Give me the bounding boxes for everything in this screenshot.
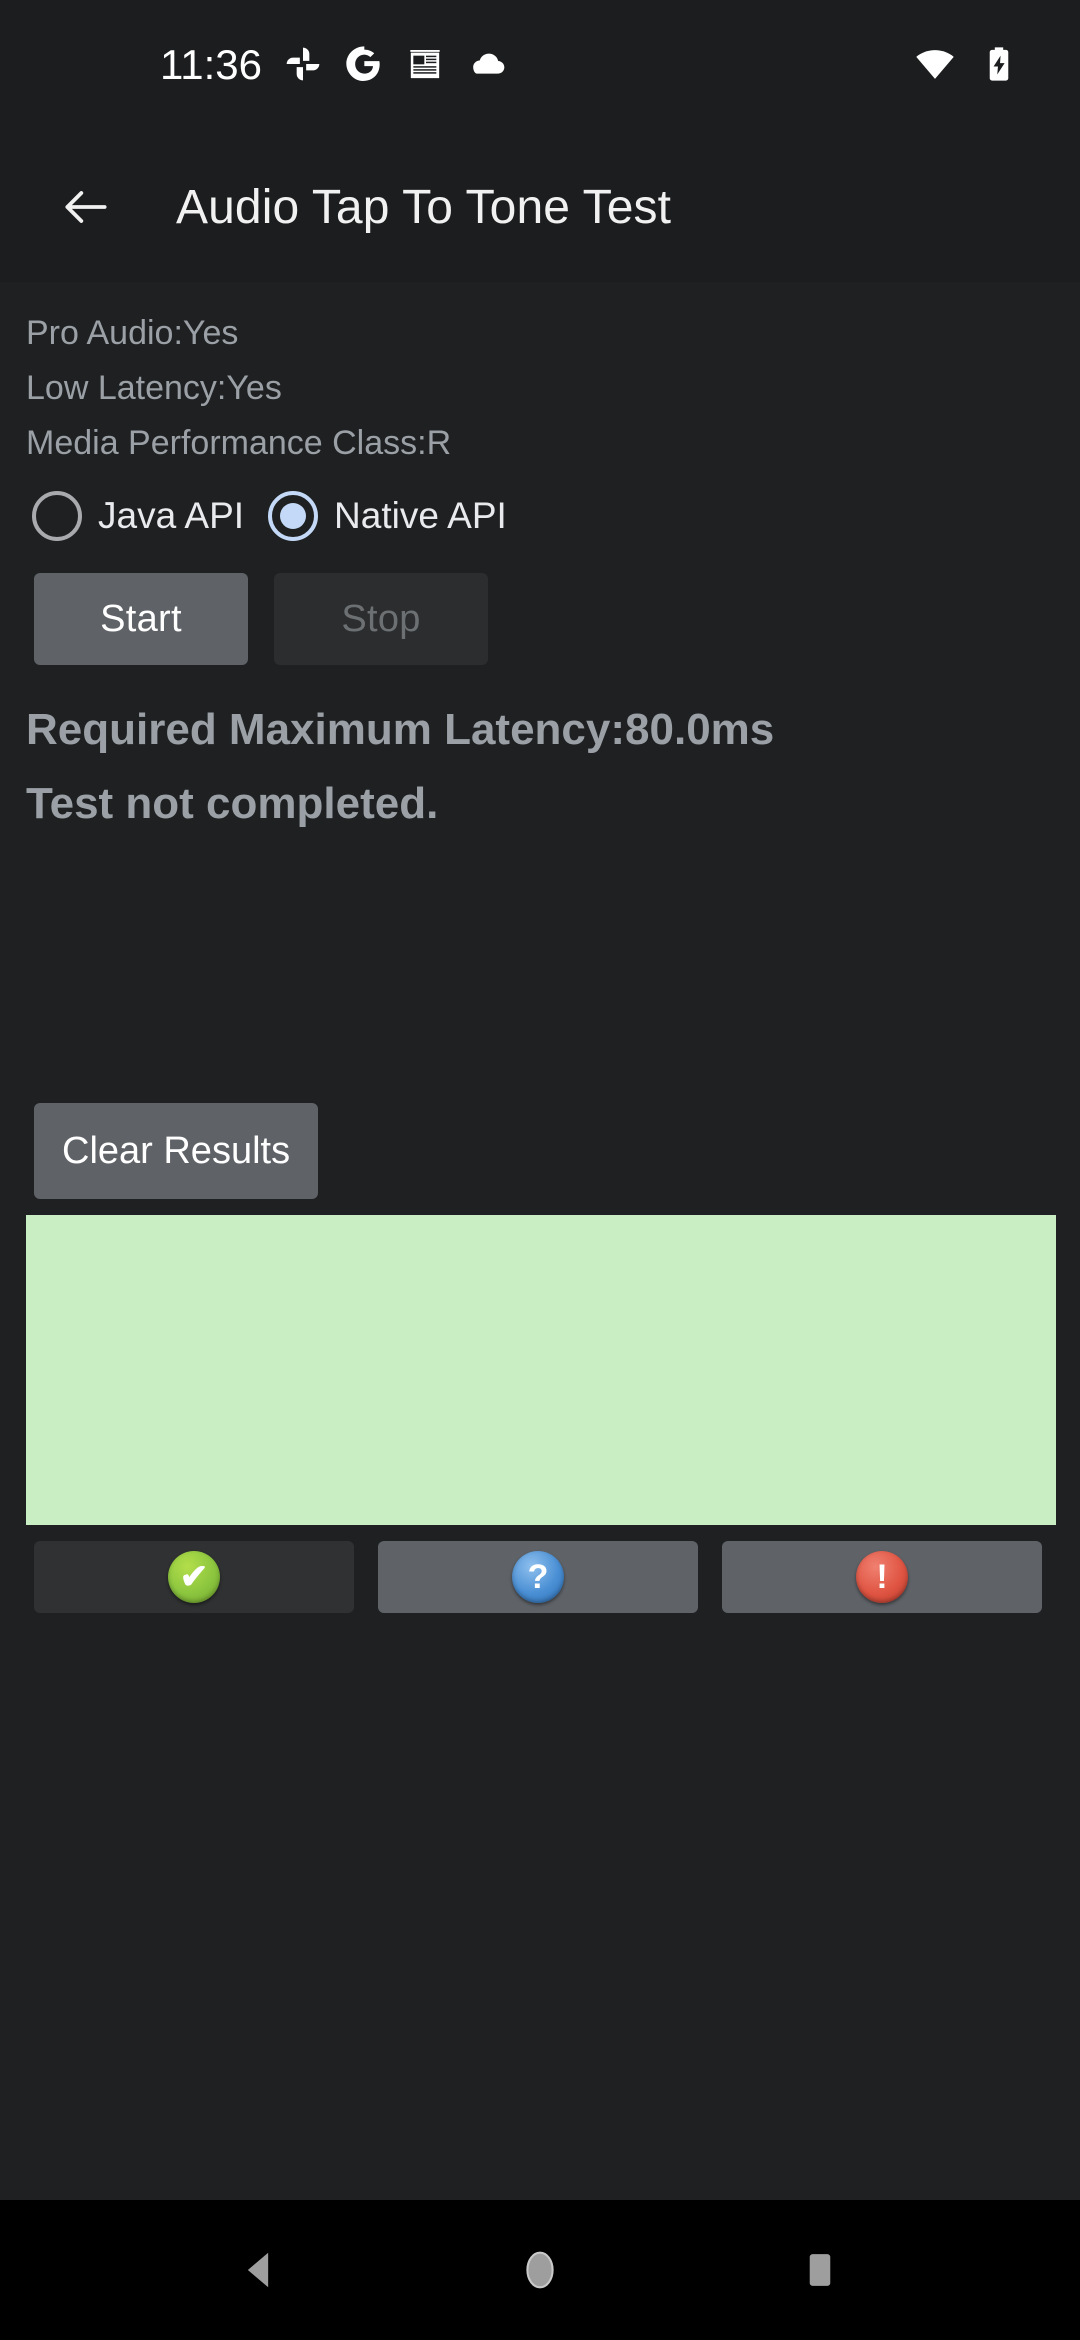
info-button[interactable]: ? (378, 1541, 698, 1613)
cloud-icon (466, 43, 508, 90)
test-status-text: Test not completed. (26, 779, 439, 828)
news-icon (405, 44, 445, 89)
back-arrow-icon[interactable] (44, 165, 128, 249)
stop-button: Stop (274, 573, 488, 665)
radio-java-api[interactable]: Java API (32, 491, 244, 541)
exclamation-glyph: ! (876, 1558, 888, 1596)
fail-button[interactable]: ! (722, 1541, 1042, 1613)
results-block: Required Maximum Latency:80.0ms Test not… (26, 693, 1080, 841)
api-radio-group: Java API Native API (32, 491, 1080, 541)
media-performance-class-label: Media Performance Class:R (26, 424, 452, 462)
check-glyph: ✔ (179, 1558, 209, 1596)
wifi-icon (914, 43, 956, 90)
status-bar: 11:36 (0, 0, 1080, 132)
clear-results-button[interactable]: Clear Results (34, 1103, 319, 1199)
low-latency-label: Low Latency:Yes (26, 369, 282, 407)
check-circle-icon: ✔ (168, 1551, 220, 1603)
pass-button[interactable]: ✔ (34, 1541, 354, 1613)
battery-charging-icon (978, 43, 1020, 90)
system-navigation-bar (0, 2200, 1080, 2340)
pro-audio-label: Pro Audio:Yes (26, 314, 239, 352)
radio-java-api-label: Java API (98, 495, 245, 536)
status-bar-right (914, 43, 1038, 90)
google-icon (344, 44, 384, 89)
status-bar-clock: 11:36 (160, 41, 262, 88)
main-content: Pro Audio:Yes Low Latency:Yes Media Perf… (0, 282, 1080, 2200)
required-latency-text: Required Maximum Latency:80.0ms (26, 705, 775, 754)
nav-recents-icon[interactable] (760, 2210, 880, 2330)
verdict-button-row: ✔ ? ! (34, 1541, 1080, 1613)
question-circle-icon: ? (512, 1551, 564, 1603)
start-button[interactable]: Start (34, 573, 248, 665)
app-bar: Audio Tap To Tone Test (0, 132, 1080, 282)
google-photos-icon (283, 44, 323, 89)
nav-home-icon[interactable] (480, 2210, 600, 2330)
page-title: Audio Tap To Tone Test (176, 180, 672, 234)
radio-native-api[interactable]: Native API (268, 491, 507, 541)
status-bar-left: 11:36 (0, 0, 508, 132)
radio-checked-icon (268, 491, 319, 541)
question-glyph: ? (527, 1558, 549, 1596)
pass-indicator-box (26, 1215, 1056, 1525)
nav-back-icon[interactable] (200, 2210, 320, 2330)
radio-native-api-label: Native API (334, 495, 507, 536)
device-info-block: Pro Audio:Yes Low Latency:Yes Media Perf… (0, 282, 1080, 471)
phone-screen: 11:36 Audio Tap To Tone Test Pro Audio:Y… (0, 0, 1080, 2340)
exclamation-circle-icon: ! (856, 1551, 908, 1603)
clear-results-wrap: Clear Results (34, 1103, 1080, 1199)
radio-unchecked-icon (32, 491, 82, 541)
transport-buttons: Start Stop (34, 573, 1080, 665)
